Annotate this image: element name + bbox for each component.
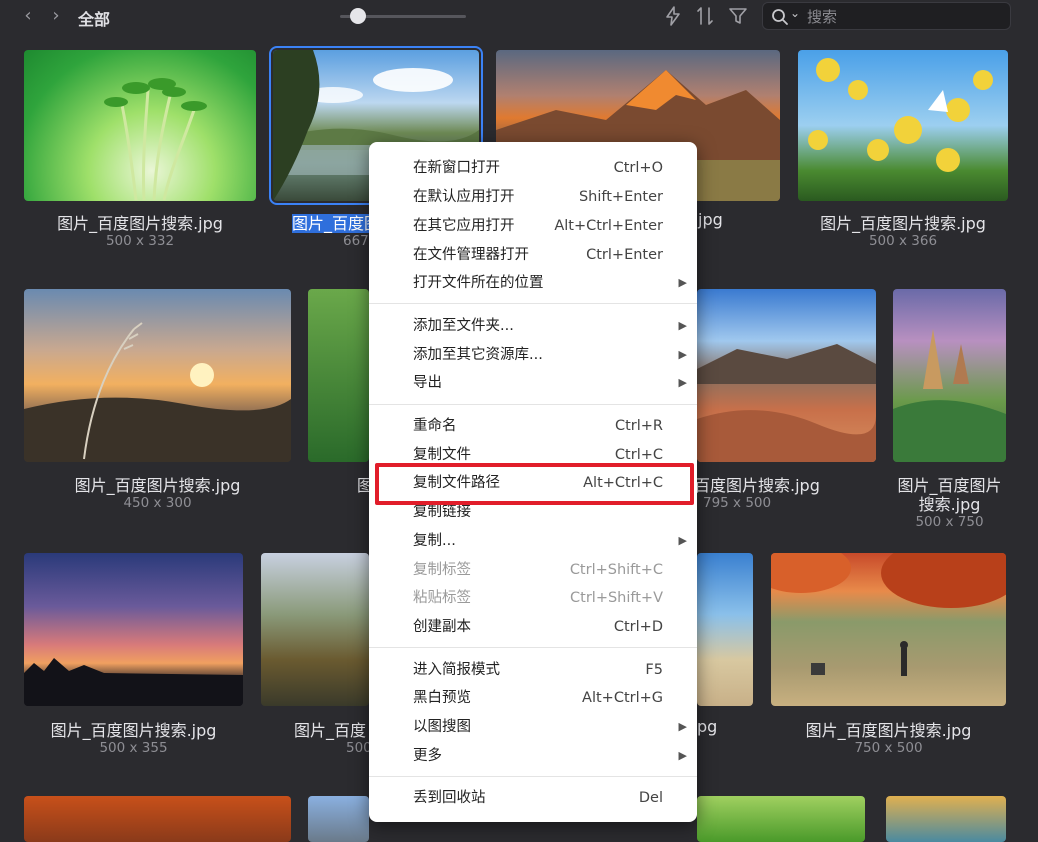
- submenu-arrow-icon: ▶: [678, 720, 687, 733]
- menu-item-presentation-mode[interactable]: 进入简报模式 F5: [369, 656, 697, 684]
- menu-divider: [369, 303, 697, 304]
- submenu-arrow-icon: ▶: [678, 348, 687, 361]
- menu-item-grayscale-preview[interactable]: 黑白预览 Alt+Ctrl+G: [369, 684, 697, 712]
- menu-item-copy-more[interactable]: 复制... ▶: [369, 527, 697, 555]
- file-name-line2: 搜索.jpg: [918, 495, 981, 514]
- thumbnail-sprouts[interactable]: [24, 50, 256, 201]
- file-name: 图片_百度图片搜索.jpg: [50, 721, 217, 740]
- thumbnail-reeds-sunset[interactable]: [24, 289, 291, 462]
- thumbnail-autumn-tree[interactable]: [24, 796, 291, 842]
- file-dimensions: 500 x 750: [915, 514, 984, 530]
- sort-icon[interactable]: [694, 5, 716, 27]
- menu-item-rename[interactable]: 重命名 Ctrl+R: [369, 412, 697, 440]
- menu-item-paste-tags[interactable]: 粘贴标签 Ctrl+Shift+V: [369, 584, 697, 612]
- submenu-arrow-icon: ▶: [678, 749, 687, 762]
- submenu-arrow-icon: ▶: [678, 319, 687, 332]
- thumbnail-desert[interactable]: [697, 289, 876, 462]
- thumbnail-dusk-treeline[interactable]: [24, 553, 243, 706]
- menu-item-open-default-app[interactable]: 在默认应用打开 Shift+Enter: [369, 183, 697, 211]
- file-name: pg: [697, 717, 718, 736]
- search-icon: [772, 9, 788, 25]
- menu-item-add-to-folder[interactable]: 添加至文件夹... ▶: [369, 312, 697, 340]
- menu-item-move-to-trash[interactable]: 丢到回收站 Del: [369, 784, 697, 812]
- thumbnail-park-autumn[interactable]: [771, 553, 1006, 706]
- chevron-down-icon[interactable]: ⌄: [790, 6, 800, 20]
- file-name: 图片_百度: [294, 721, 367, 740]
- breadcrumb[interactable]: 全部: [78, 6, 110, 30]
- file-name: 百度图片搜索.jpg: [694, 476, 820, 495]
- search-box[interactable]: ⌄: [762, 2, 1011, 30]
- menu-item-open-file-manager[interactable]: 在文件管理器打开 Ctrl+Enter: [369, 241, 697, 269]
- menu-item-open-new-window[interactable]: 在新窗口打开 Ctrl+O: [369, 154, 697, 182]
- file-name: jpg: [698, 210, 723, 229]
- menu-item-duplicate[interactable]: 创建副本 Ctrl+D: [369, 613, 697, 641]
- menu-item-open-other-app[interactable]: 在其它应用打开 Alt+Ctrl+Enter: [369, 212, 697, 240]
- menu-item-copy-tags[interactable]: 复制标签 Ctrl+Shift+C: [369, 556, 697, 584]
- menu-item-export[interactable]: 导出 ▶: [369, 369, 697, 397]
- menu-item-add-to-library[interactable]: 添加至其它资源库... ▶: [369, 341, 697, 369]
- toolbar: ‹ › 全部 ⌄: [0, 0, 1038, 34]
- lightning-icon[interactable]: [662, 5, 684, 27]
- thumbnail-forest[interactable]: [308, 289, 369, 462]
- filter-icon[interactable]: [727, 5, 749, 27]
- thumbnail-rapeseed-flowers[interactable]: [798, 50, 1008, 201]
- file-name: 图片_百度图片搜索.jpg: [74, 476, 241, 495]
- thumbnail-pagoda[interactable]: [893, 289, 1006, 462]
- file-dimensions: 450 x 300: [123, 495, 192, 511]
- menu-item-more[interactable]: 更多 ▶: [369, 742, 697, 770]
- thumbnail-clouds[interactable]: [308, 796, 369, 842]
- highlight-box: [375, 463, 694, 505]
- thumbnail-mountain-valley[interactable]: [261, 553, 369, 706]
- zoom-slider-handle[interactable]: [350, 8, 366, 24]
- submenu-arrow-icon: ▶: [678, 376, 687, 389]
- thumbnail-leaves[interactable]: [697, 796, 865, 842]
- file-name: 图片_百度图片搜索.jpg: [57, 214, 223, 233]
- file-name: 图片_百度图片搜索.jpg: [820, 214, 986, 233]
- menu-item-open-file-location[interactable]: 打开文件所在的位置 ▶: [369, 269, 697, 297]
- menu-divider: [369, 776, 697, 777]
- file-name: 图片_百度图片搜索.jpg: [805, 721, 972, 740]
- thumbnail-golden[interactable]: [886, 796, 1006, 842]
- forward-icon[interactable]: ›: [46, 6, 66, 26]
- file-dimensions: 750 x 500: [854, 740, 923, 756]
- submenu-arrow-icon: ▶: [678, 534, 687, 547]
- file-dimensions: 500 x 366: [868, 233, 938, 249]
- back-icon[interactable]: ‹: [18, 6, 38, 26]
- file-dimensions: 795 x 500: [703, 495, 772, 511]
- file-dimensions: 500 x 355: [99, 740, 168, 756]
- submenu-arrow-icon: ▶: [678, 276, 687, 289]
- menu-divider: [369, 647, 697, 648]
- file-dimensions: 500 x 332: [105, 233, 175, 249]
- thumbnail-beach[interactable]: [697, 553, 753, 706]
- search-input[interactable]: [805, 4, 1009, 30]
- menu-divider: [369, 404, 697, 405]
- menu-item-reverse-image-search[interactable]: 以图搜图 ▶: [369, 713, 697, 741]
